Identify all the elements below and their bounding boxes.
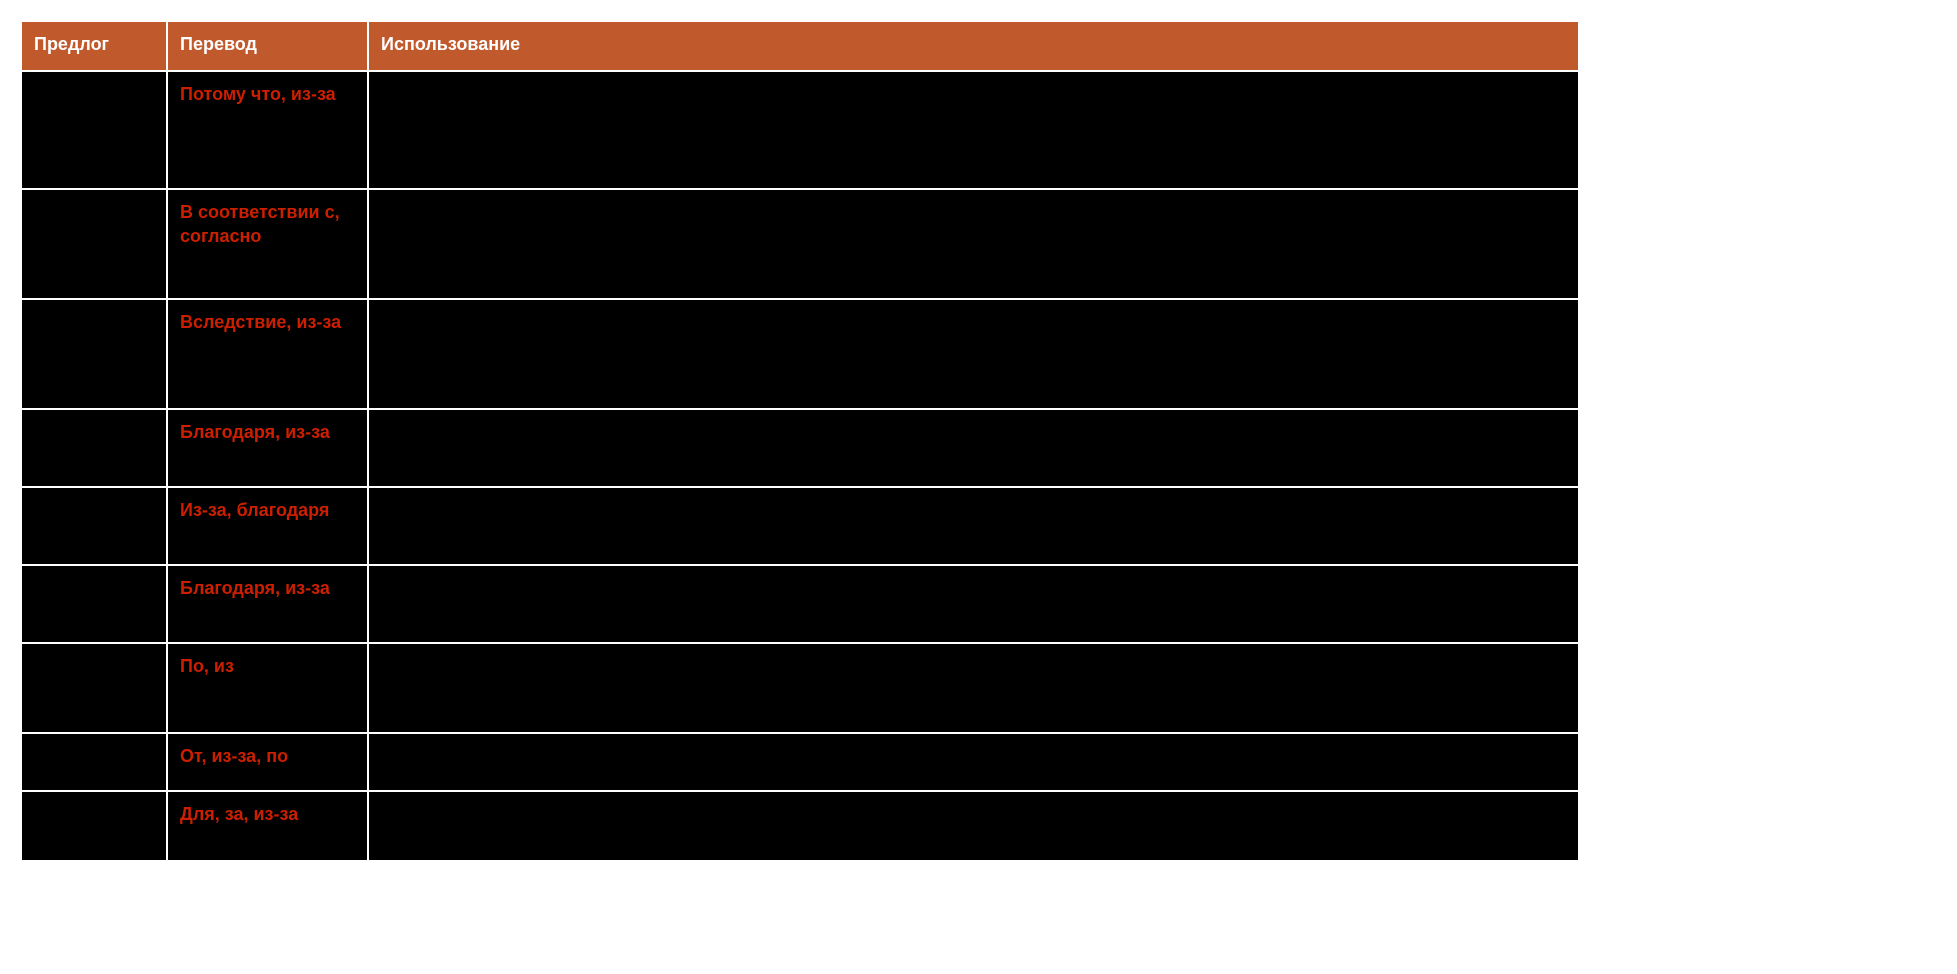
cell-preposition [21,791,167,861]
table-row: Для, за, из-за [21,791,1579,861]
header-preposition: Предлог [21,21,167,71]
cell-preposition [21,643,167,733]
cell-translation: Благодаря, из-за [167,565,368,643]
cell-preposition [21,565,167,643]
cell-usage [368,409,1579,487]
cell-translation: В соответствии с, согласно [167,189,368,299]
cell-usage [368,565,1579,643]
table-row: В соответствии с, согласно [21,189,1579,299]
cell-usage [368,643,1579,733]
cell-preposition [21,733,167,791]
prepositions-table: Предлог Перевод Использование Потому что… [20,20,1580,862]
table-row: Потому что, из-за [21,71,1579,189]
table-row: От, из-за, по [21,733,1579,791]
cell-usage [368,733,1579,791]
table-row: Благодаря, из-за [21,565,1579,643]
cell-usage [368,71,1579,189]
cell-usage [368,189,1579,299]
cell-translation: Благодаря, из-за [167,409,368,487]
cell-usage [368,791,1579,861]
cell-translation: Потому что, из-за [167,71,368,189]
table-row: Вследствие, из-за [21,299,1579,409]
header-usage: Использование [368,21,1579,71]
table-row: Благодаря, из-за [21,409,1579,487]
table-header-row: Предлог Перевод Использование [21,21,1579,71]
cell-preposition [21,487,167,565]
cell-preposition [21,71,167,189]
table-body: Потому что, из-заВ соответствии с, согла… [21,71,1579,861]
cell-translation: Вследствие, из-за [167,299,368,409]
table-row: Из-за, благодаря [21,487,1579,565]
cell-translation: От, из-за, по [167,733,368,791]
cell-translation: Для, за, из-за [167,791,368,861]
cell-preposition [21,409,167,487]
cell-usage [368,299,1579,409]
table-row: По, из [21,643,1579,733]
cell-usage [368,487,1579,565]
cell-translation: Из-за, благодаря [167,487,368,565]
header-translation: Перевод [167,21,368,71]
cell-preposition [21,189,167,299]
cell-preposition [21,299,167,409]
cell-translation: По, из [167,643,368,733]
